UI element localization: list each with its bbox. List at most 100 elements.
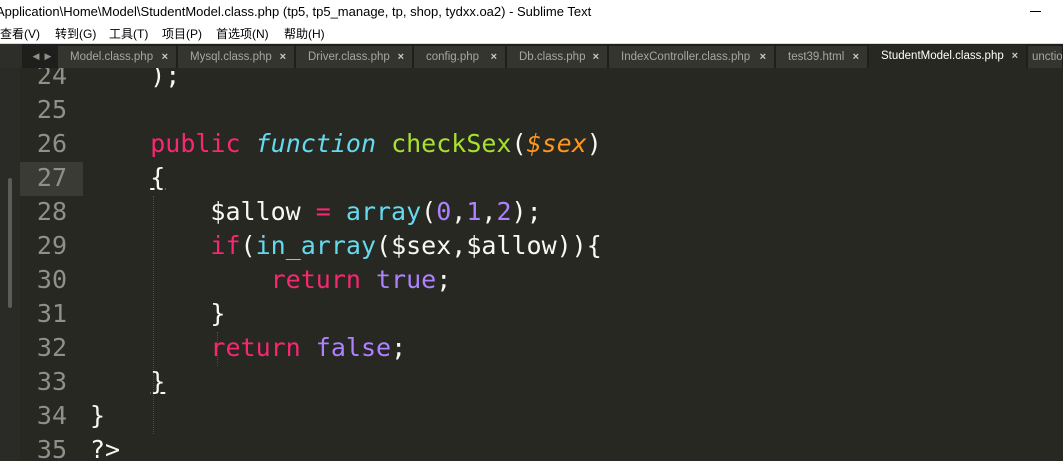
tab-studentmodel-class[interactable]: StudentModel.class.php ×	[869, 45, 1027, 68]
tab-config[interactable]: config.php ×	[414, 46, 506, 68]
close-icon[interactable]: ×	[491, 46, 497, 68]
menu-goto[interactable]: 转到(G)	[55, 24, 96, 43]
tab-label: Driver.class.php	[308, 51, 390, 63]
code-token: (	[421, 197, 437, 226]
tab-model-class[interactable]: Model.class.php ×	[58, 46, 177, 68]
tab-scroll-left-icon[interactable]: ◀	[30, 44, 42, 68]
tab-label: unctio	[1032, 51, 1063, 63]
code-line[interactable]: if(in_array($sex,$allow)){	[90, 229, 601, 263]
close-icon[interactable]: ×	[398, 46, 404, 68]
tab-mysql-class[interactable]: Mysql.class.php ×	[178, 46, 295, 68]
line-number: 24	[36, 68, 67, 90]
close-icon[interactable]: ×	[162, 46, 168, 68]
code-line[interactable]: }	[90, 365, 165, 399]
line-number: 29	[36, 231, 67, 260]
code-token: {	[150, 163, 166, 192]
code-token: 2	[496, 197, 512, 226]
tab-bar: ◀ ▶ Model.class.php × Mysql.class.php × D…	[0, 44, 1063, 68]
tab-scroll-right-icon[interactable]: ▶	[42, 44, 54, 68]
menu-tools[interactable]: 工具(T)	[109, 24, 148, 43]
tab-partial[interactable]: unctio	[1028, 46, 1063, 68]
menu-view[interactable]: 查看(V)	[0, 24, 40, 43]
tab-label: Db.class.php	[519, 51, 586, 63]
tab-scroll-arrows: ◀ ▶	[30, 44, 58, 68]
line-number: 27	[36, 163, 67, 192]
code-token: $sex	[526, 129, 587, 158]
line-number: 30	[36, 265, 67, 294]
code-editor[interactable]: 24 25 26 27 28 29 30 31 32 33 34 35 ); p…	[0, 68, 1063, 461]
tab-label: IndexController.class.php	[621, 51, 751, 63]
tab-label: test39.html	[788, 51, 845, 63]
code-line[interactable]: public function checkSex($sex)	[90, 127, 602, 161]
code-line[interactable]: return false;	[90, 331, 406, 365]
minimize-icon[interactable]	[1030, 11, 1041, 12]
code-token: );	[90, 68, 181, 90]
line-number: 35	[36, 435, 67, 461]
tab-label: StudentModel.class.php	[881, 50, 1004, 62]
line-number: 26	[36, 129, 67, 158]
code-token: )	[586, 129, 602, 158]
line-number: 32	[36, 333, 67, 362]
line-number: 31	[36, 299, 67, 328]
code-line[interactable]: }	[90, 399, 105, 433]
code-line[interactable]: );	[90, 68, 180, 93]
code-line[interactable]: $allow = array(0,1,2);	[90, 195, 541, 229]
code-token: ?>	[90, 435, 121, 461]
code-token: true	[376, 265, 437, 294]
close-icon[interactable]: ×	[760, 46, 766, 68]
menu-preferences[interactable]: 首选项(N)	[216, 24, 269, 43]
tab-label: Model.class.php	[70, 51, 154, 63]
code-token: if	[210, 231, 241, 260]
code-line[interactable]: return true;	[90, 263, 452, 297]
close-icon[interactable]: ×	[280, 46, 286, 68]
code-token: (	[240, 231, 256, 260]
code-token: ,	[451, 197, 467, 226]
title-bar: Application\Home\Model\StudentModel.clas…	[0, 0, 1063, 24]
code-token: ;	[436, 265, 452, 294]
code-token: return	[210, 333, 301, 362]
code-token: $allow	[90, 197, 316, 226]
line-number: 25	[36, 95, 67, 124]
scrollbar-thumb[interactable]	[8, 178, 12, 308]
tab-label: Mysql.class.php	[190, 51, 272, 63]
code-token: ;	[391, 333, 407, 362]
window-title: Application\Home\Model\StudentModel.clas…	[0, 4, 592, 19]
code-line[interactable]: ?>	[90, 433, 120, 461]
close-icon[interactable]: ×	[1012, 45, 1018, 68]
code-token: function	[255, 129, 377, 158]
code-line[interactable]: {	[90, 161, 165, 195]
menu-bar: 查看(V) 转到(G) 工具(T) 项目(P) 首选项(N) 帮助(H)	[0, 24, 1063, 44]
tab-indexcontroller-class[interactable]: IndexController.class.php ×	[609, 46, 775, 68]
close-icon[interactable]: ×	[593, 46, 599, 68]
code-token: }	[90, 401, 106, 430]
code-token: public	[150, 129, 241, 158]
code-token: array	[345, 197, 422, 226]
line-number: 34	[36, 401, 67, 430]
code-token: ,	[481, 197, 497, 226]
code-token: return	[270, 265, 361, 294]
tab-driver-class[interactable]: Driver.class.php ×	[296, 46, 413, 68]
menu-help[interactable]: 帮助(H)	[284, 24, 325, 43]
code-token: checkSex	[391, 129, 512, 158]
line-number: 28	[36, 197, 67, 226]
code-token: 1	[466, 197, 482, 226]
close-icon[interactable]: ×	[853, 46, 859, 68]
tab-test39-html[interactable]: test39.html ×	[776, 46, 868, 68]
tab-bar-gutter	[0, 44, 22, 68]
code-token: false	[315, 333, 392, 362]
code-line[interactable]: }	[90, 297, 225, 331]
code-token: 0	[436, 197, 452, 226]
minimap-scrollbar[interactable]	[0, 68, 20, 461]
menu-project[interactable]: 项目(P)	[162, 24, 202, 43]
line-number: 33	[36, 367, 67, 396]
tab-db-class[interactable]: Db.class.php ×	[507, 46, 608, 68]
